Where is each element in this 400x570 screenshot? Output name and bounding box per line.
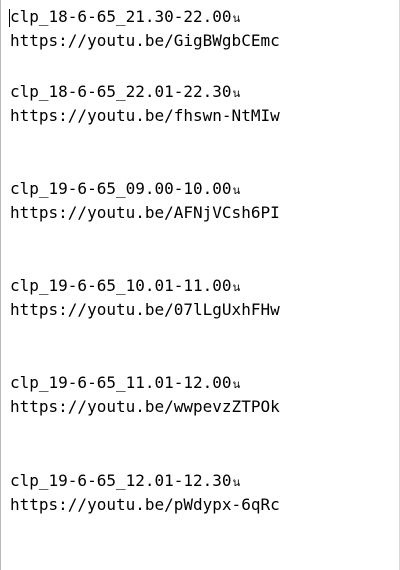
entry-link[interactable]: https://youtu.be/fhswn-NtMIw: [10, 105, 390, 127]
entry-title-suffix: น: [232, 378, 241, 391]
entry-link[interactable]: https://youtu.be/07lLgUxhFHw: [10, 299, 390, 321]
list-item: clp_19-6-65_12.01-12.30น https://youtu.b…: [10, 470, 390, 516]
entry-link[interactable]: https://youtu.be/wwpevzZTPOk: [10, 396, 390, 418]
entry-link[interactable]: https://youtu.be/GigBWgbCEmc: [10, 30, 390, 52]
entry-title-suffix: น: [232, 87, 241, 100]
entry-title: clp_18-6-65_22.01-22.30: [10, 82, 232, 101]
list-item: clp_19-6-65_11.01-12.00น https://youtu.b…: [10, 372, 390, 418]
entry-title-line[interactable]: clp_19-6-65_12.01-12.30น: [10, 470, 390, 494]
entry-title: clp_19-6-65_12.01-12.30: [10, 471, 232, 490]
entry-title-suffix: น: [232, 12, 241, 25]
list-item: clp_18-6-65_21.30-22.00น https://youtu.b…: [10, 6, 390, 52]
entry-title-suffix: น: [232, 281, 241, 294]
entry-title-line[interactable]: clp_18-6-65_22.01-22.30น: [10, 81, 390, 105]
entry-link[interactable]: https://youtu.be/AFNjVCsh6PI: [10, 202, 390, 224]
entry-title: clp_19-6-65_09.00-10.00: [10, 179, 232, 198]
entry-title-line[interactable]: clp_18-6-65_21.30-22.00น: [10, 6, 390, 30]
entry-title-suffix: น: [232, 184, 241, 197]
list-item: clp_18-6-65_22.01-22.30น https://youtu.b…: [10, 81, 390, 127]
entry-title: clp_18-6-65_21.30-22.00: [10, 7, 232, 26]
entry-title-line[interactable]: clp_19-6-65_11.01-12.00น: [10, 372, 390, 396]
entry-title: clp_19-6-65_10.01-11.00: [10, 276, 232, 295]
list-item: clp_19-6-65_09.00-10.00น https://youtu.b…: [10, 178, 390, 224]
text-editor-area[interactable]: clp_18-6-65_21.30-22.00น https://youtu.b…: [0, 0, 400, 570]
entry-title-line[interactable]: clp_19-6-65_09.00-10.00น: [10, 178, 390, 202]
entry-title: clp_19-6-65_11.01-12.00: [10, 373, 232, 392]
entry-title-line[interactable]: clp_19-6-65_10.01-11.00น: [10, 275, 390, 299]
entry-link[interactable]: https://youtu.be/pWdypx-6qRc: [10, 494, 390, 516]
list-item: clp_19-6-65_10.01-11.00น https://youtu.b…: [10, 275, 390, 321]
entry-title-suffix: น: [232, 476, 241, 489]
